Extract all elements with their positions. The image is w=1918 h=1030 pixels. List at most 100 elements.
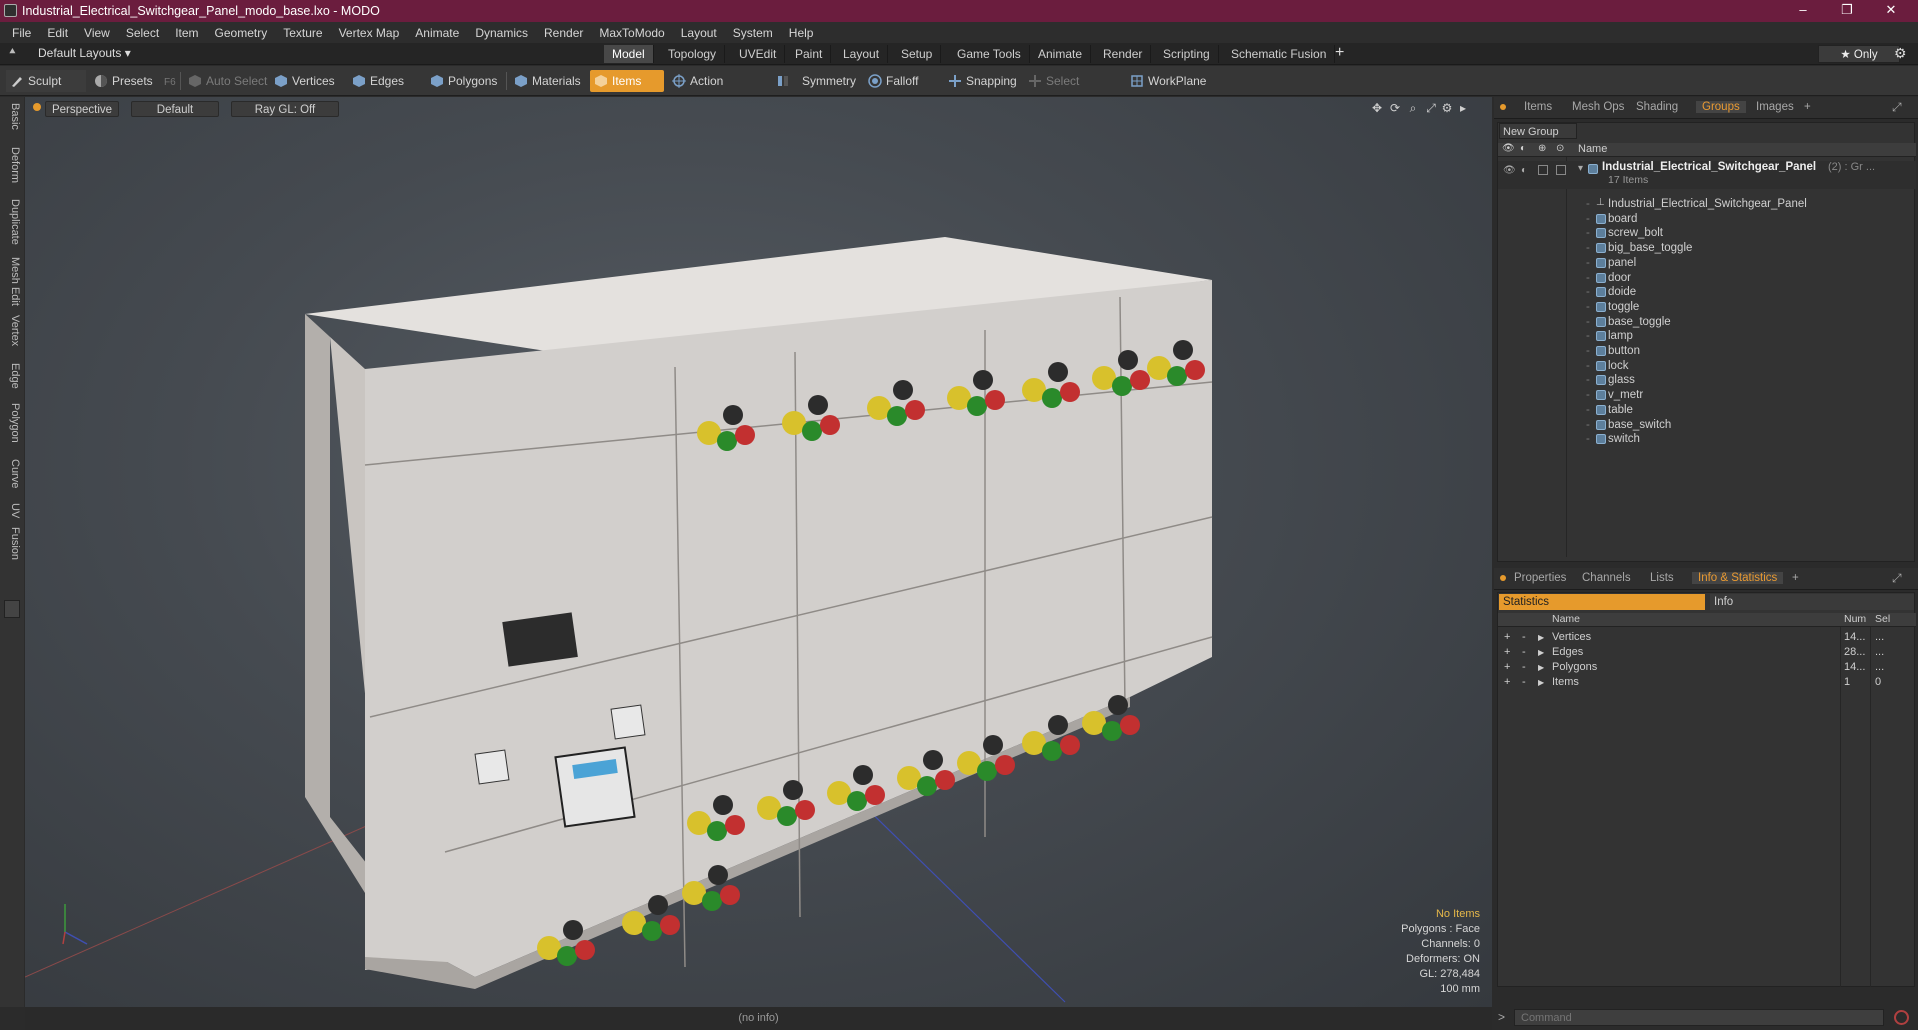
- tab-properties[interactable]: Properties: [1514, 572, 1566, 584]
- menu-maxtomodo[interactable]: MaxToModo: [591, 26, 672, 40]
- table-row[interactable]: + - ▶ Edges 28......: [1498, 646, 1916, 661]
- menu-animate[interactable]: Animate: [407, 26, 467, 40]
- palette-toggle[interactable]: [4, 600, 20, 618]
- layout-up-icon[interactable]: ⯅: [8, 46, 17, 59]
- tab-schematic-fusion[interactable]: Schematic Fusion: [1223, 45, 1336, 63]
- num-column[interactable]: Num: [1844, 613, 1866, 625]
- viewport-menu-dot[interactable]: [33, 103, 41, 111]
- tab-edge[interactable]: Edge: [3, 363, 21, 389]
- tab-lists[interactable]: Lists: [1650, 572, 1674, 584]
- panel-expand-icon[interactable]: ⤢: [1892, 100, 1902, 115]
- panel-handle-icon[interactable]: [1500, 104, 1506, 110]
- eye-icon[interactable]: 👁: [1503, 165, 1516, 176]
- menu-item[interactable]: Item: [167, 26, 206, 40]
- pan-icon[interactable]: ✥: [1370, 101, 1384, 115]
- menu-texture[interactable]: Texture: [275, 26, 330, 40]
- menu-edit[interactable]: Edit: [39, 26, 76, 40]
- falloff-button[interactable]: Falloff: [864, 70, 944, 92]
- tab-animate[interactable]: Animate: [1030, 45, 1092, 63]
- tab-uvedit[interactable]: UVEdit: [731, 45, 786, 63]
- viewport-gear-icon[interactable]: ⚙: [1440, 101, 1454, 115]
- menu-help[interactable]: Help: [781, 26, 822, 40]
- subtab-statistics[interactable]: Statistics: [1499, 594, 1705, 610]
- orbit-icon[interactable]: ⟳: [1388, 101, 1402, 115]
- group-root-row[interactable]: 👁 ◐ ▾ Industrial_Electrical_Switchgear_P…: [1498, 161, 1916, 189]
- shading-mode-button[interactable]: Default: [131, 101, 219, 117]
- add-panel-tab-button[interactable]: +: [1792, 572, 1799, 584]
- name-column[interactable]: Name: [1552, 613, 1580, 625]
- menu-file[interactable]: File: [0, 26, 39, 40]
- tab-images[interactable]: Images: [1756, 101, 1794, 113]
- menu-render[interactable]: Render: [536, 26, 591, 40]
- tab-vertex[interactable]: Vertex: [3, 315, 21, 346]
- lock-icon[interactable]: ⊕: [1538, 143, 1546, 154]
- collapse-minus-icon[interactable]: -: [1522, 661, 1526, 673]
- new-group-button[interactable]: New Group: [1499, 123, 1577, 139]
- zoom-icon[interactable]: ⌕: [1406, 101, 1420, 115]
- edges-button[interactable]: Edges 2: [348, 70, 424, 110]
- view-mode-button[interactable]: Perspective: [45, 101, 119, 117]
- auto-select-button[interactable]: Auto Select: [184, 70, 268, 92]
- fit-icon[interactable]: ⤢: [1424, 101, 1438, 115]
- sel-column[interactable]: Sel: [1875, 613, 1890, 625]
- tab-info-statistics[interactable]: Info & Statistics: [1692, 572, 1784, 584]
- workplane-button[interactable]: WorkPlane: [1126, 70, 1212, 92]
- tab-game-tools[interactable]: Game Tools: [949, 45, 1030, 63]
- command-input[interactable]: [1514, 1009, 1884, 1026]
- vertices-button[interactable]: Vertices 1: [270, 70, 346, 110]
- checkbox[interactable]: [1538, 165, 1548, 175]
- tab-topology[interactable]: Topology: [660, 45, 726, 63]
- collapse-minus-icon[interactable]: -: [1522, 676, 1526, 688]
- visibility-eye-icon[interactable]: 👁: [1502, 143, 1515, 154]
- tab-uv[interactable]: UV: [3, 503, 21, 518]
- raygl-toggle[interactable]: Ray GL: Off: [231, 101, 339, 117]
- menu-view[interactable]: View: [76, 26, 118, 40]
- tab-groups[interactable]: Groups: [1696, 101, 1746, 113]
- table-row[interactable]: + - ▶ Polygons 14......: [1498, 661, 1916, 676]
- panel-expand-icon[interactable]: ⤢: [1892, 571, 1902, 586]
- tab-layout[interactable]: Layout: [835, 45, 889, 63]
- menu-select[interactable]: Select: [118, 26, 167, 40]
- tab-shading[interactable]: Shading: [1636, 101, 1678, 113]
- polygons-button[interactable]: Polygons: [426, 70, 502, 92]
- expand-arrow-icon[interactable]: ▶: [1538, 678, 1544, 687]
- select-through-button[interactable]: Select Through: [1024, 70, 1124, 110]
- menu-geometry[interactable]: Geometry: [207, 26, 276, 40]
- presets-button[interactable]: Presets F6: [90, 70, 178, 92]
- tab-mesh-edit[interactable]: Mesh Edit: [3, 257, 21, 306]
- action-center-button[interactable]: Action Center: [668, 70, 760, 110]
- 3d-viewport[interactable]: [25, 97, 1492, 1007]
- collapse-icon[interactable]: ▾: [1578, 163, 1583, 174]
- menu-vertex-map[interactable]: Vertex Map: [331, 26, 408, 40]
- items-button[interactable]: Items 5: [590, 70, 664, 110]
- settings-gear-icon[interactable]: ⚙: [1894, 45, 1907, 62]
- menu-dynamics[interactable]: Dynamics: [467, 26, 536, 40]
- expand-plus-icon[interactable]: +: [1504, 661, 1510, 673]
- subtab-info[interactable]: Info: [1710, 594, 1914, 610]
- tab-mesh-ops[interactable]: Mesh Ops: [1572, 101, 1624, 113]
- add-panel-tab-button[interactable]: +: [1804, 101, 1811, 113]
- checkbox[interactable]: [1556, 165, 1566, 175]
- tab-paint[interactable]: Paint: [787, 45, 832, 63]
- render-icon[interactable]: ◐: [1521, 165, 1527, 176]
- expand-arrow-icon[interactable]: ▶: [1538, 633, 1544, 642]
- tab-items[interactable]: Items: [1524, 101, 1552, 113]
- select-icon[interactable]: ⊙: [1556, 143, 1564, 154]
- collapse-minus-icon[interactable]: -: [1522, 631, 1526, 643]
- collapse-minus-icon[interactable]: -: [1522, 646, 1526, 658]
- only-toggle[interactable]: ★ Only: [1818, 45, 1900, 63]
- name-column-header[interactable]: Name: [1578, 143, 1607, 155]
- viewport-expand-icon[interactable]: ▸: [1456, 101, 1470, 115]
- tab-duplicate[interactable]: Duplicate: [3, 199, 21, 245]
- tab-model[interactable]: Model: [604, 45, 654, 63]
- expand-arrow-icon[interactable]: ▶: [1538, 648, 1544, 657]
- tab-polygon[interactable]: Polygon: [3, 403, 21, 443]
- tab-channels[interactable]: Channels: [1582, 572, 1631, 584]
- tab-setup[interactable]: Setup: [893, 45, 942, 63]
- expand-plus-icon[interactable]: +: [1504, 676, 1510, 688]
- menu-layout[interactable]: Layout: [673, 26, 725, 40]
- maximize-button[interactable]: ❐: [1830, 0, 1864, 22]
- minimize-button[interactable]: –: [1786, 0, 1820, 22]
- menu-system[interactable]: System: [725, 26, 781, 40]
- tab-render[interactable]: Render: [1095, 45, 1152, 63]
